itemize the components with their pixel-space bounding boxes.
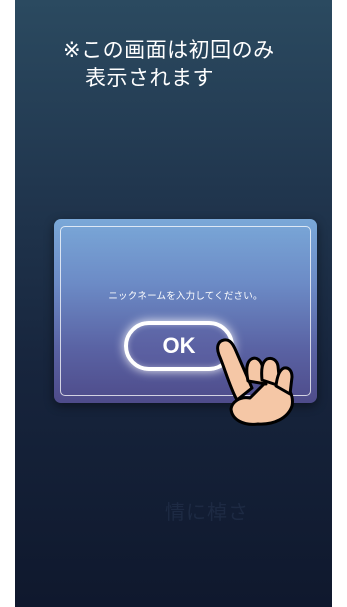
tapping-hand-icon	[216, 338, 294, 426]
tutorial-screen: ※この画面は初回のみ 表示されます 情に棹さ ニックネームを入力してください。 …	[15, 0, 332, 607]
notice-line-2: 表示されます	[85, 66, 214, 90]
dialog-message: ニックネームを入力してください。	[108, 291, 263, 302]
first-time-notice: ※この画面は初回のみ 表示されます	[63, 36, 313, 92]
background-text: 情に棹さ	[165, 500, 249, 524]
notice-line-1: ※この画面は初回のみ	[63, 38, 275, 62]
